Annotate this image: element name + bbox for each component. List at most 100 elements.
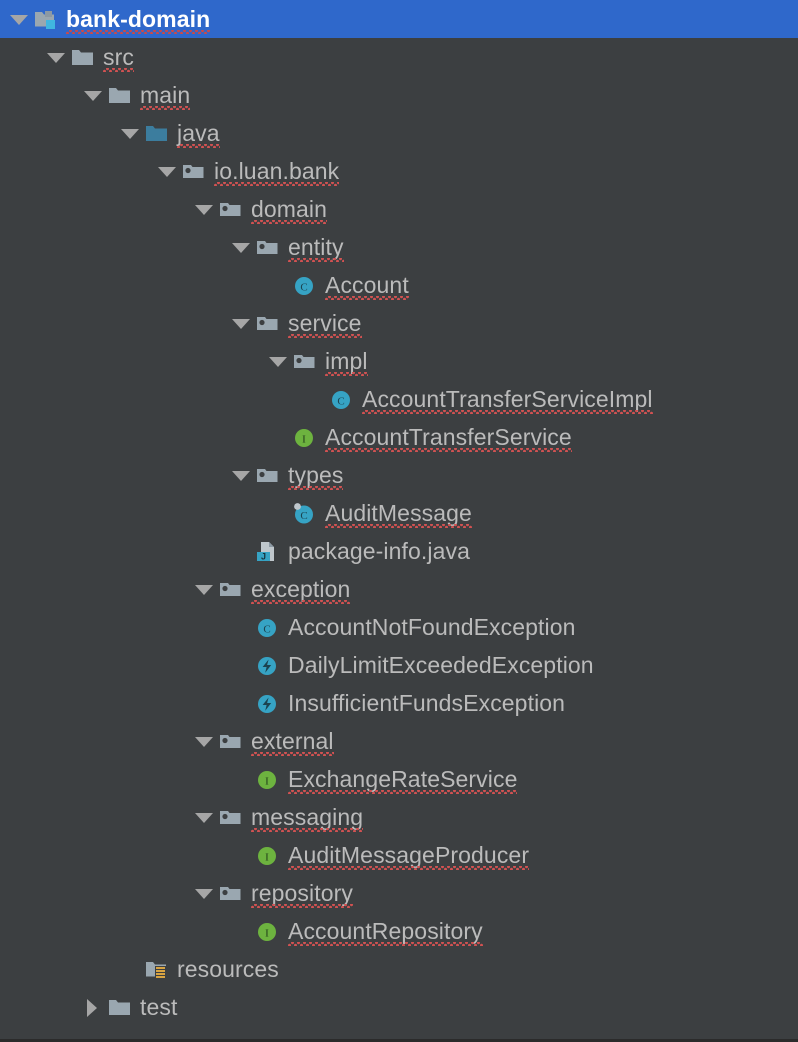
tree-row-accounttransferserviceimpl[interactable]: C AccountTransferServiceImpl: [0, 380, 798, 418]
tree-row-test[interactable]: test: [0, 988, 798, 1026]
folder-icon: [106, 988, 136, 1026]
package-icon: [217, 570, 247, 608]
tree-row-label: ExchangeRateService: [288, 760, 518, 798]
toggle-spacer: [228, 760, 254, 798]
tree-row-label: types: [288, 456, 344, 494]
toggle-spacer: [228, 684, 254, 722]
tree-row-label: DailyLimitExceededException: [288, 652, 594, 678]
tree-row-account[interactable]: C Account: [0, 266, 798, 304]
tree-row-label: java: [177, 114, 220, 152]
package-icon: [217, 874, 247, 912]
toggle-spacer: [265, 494, 291, 532]
svg-text:C: C: [300, 510, 307, 522]
tree-row-label: Account: [325, 266, 409, 304]
tree-row-label: impl: [325, 342, 368, 380]
chevron-down-icon[interactable]: [191, 874, 217, 912]
tree-row-impl[interactable]: impl: [0, 342, 798, 380]
chevron-down-icon[interactable]: [228, 456, 254, 494]
tree-row-resources[interactable]: resources: [0, 950, 798, 988]
toggle-spacer: [228, 646, 254, 684]
svg-text:I: I: [265, 852, 269, 864]
package-icon: [180, 152, 210, 190]
tree-row-label: repository: [251, 874, 353, 912]
interface-icon: I: [291, 418, 321, 456]
tree-row-entity[interactable]: entity: [0, 228, 798, 266]
toggle-spacer: [265, 418, 291, 456]
exception-class-icon: [254, 646, 284, 684]
chevron-down-icon[interactable]: [43, 38, 69, 76]
tree-row-label: messaging: [251, 798, 364, 836]
toggle-spacer: [228, 836, 254, 874]
chevron-down-icon[interactable]: [117, 114, 143, 152]
tree-row-src[interactable]: src: [0, 38, 798, 76]
svg-text:I: I: [302, 434, 306, 446]
interface-icon: I: [254, 760, 284, 798]
tree-row-bank-domain[interactable]: bank-domain: [0, 0, 798, 38]
tree-row-dailylimitexceededexception[interactable]: DailyLimitExceededException: [0, 646, 798, 684]
tree-row-auditmessage[interactable]: C AuditMessage: [0, 494, 798, 532]
chevron-down-icon[interactable]: [228, 228, 254, 266]
tree-row-insufficientfundsexception[interactable]: InsufficientFundsException: [0, 684, 798, 722]
tree-row-label: io.luan.bank: [214, 152, 340, 190]
project-tree-panel[interactable]: bank-applicationbank-domainsrcmainjavaio…: [0, 0, 798, 1042]
svg-text:J: J: [261, 552, 266, 562]
chevron-down-icon[interactable]: [191, 722, 217, 760]
svg-text:C: C: [337, 396, 344, 408]
tree-row-exchangerateservice[interactable]: I ExchangeRateService: [0, 760, 798, 798]
tree-row-exception[interactable]: exception: [0, 570, 798, 608]
tree-row-label: AuditMessageProducer: [288, 836, 530, 874]
chevron-down-icon[interactable]: [228, 304, 254, 342]
tree-row-label: InsufficientFundsException: [288, 690, 566, 716]
class-icon: C: [291, 266, 321, 304]
tree-row-types[interactable]: types: [0, 456, 798, 494]
interface-icon: I: [254, 912, 284, 950]
tree-row-label: package-info.java: [288, 538, 470, 564]
tree-row-label: bank-domain: [66, 0, 211, 38]
chevron-down-icon[interactable]: [154, 152, 180, 190]
tree-row-messaging[interactable]: messaging: [0, 798, 798, 836]
tree-row-label: service: [288, 304, 362, 342]
resources-folder-icon: [143, 950, 173, 988]
tree-row-domain[interactable]: domain: [0, 190, 798, 228]
tree-row-label: AuditMessage: [325, 494, 472, 532]
folder-icon: [106, 76, 136, 114]
tree-row-java[interactable]: java: [0, 114, 798, 152]
tree-row-accountnotfoundexception[interactable]: C AccountNotFoundException: [0, 608, 798, 646]
tree-row-main[interactable]: main: [0, 76, 798, 114]
chevron-down-icon[interactable]: [191, 190, 217, 228]
package-icon: [254, 456, 284, 494]
tree-row-auditmessageproducer[interactable]: I AuditMessageProducer: [0, 836, 798, 874]
svg-text:I: I: [265, 776, 269, 788]
svg-text:C: C: [300, 282, 307, 294]
chevron-down-icon[interactable]: [191, 570, 217, 608]
tree-row-label: domain: [251, 190, 328, 228]
tree-row-service[interactable]: service: [0, 304, 798, 342]
class-icon: C: [254, 608, 284, 646]
tree-row-package-info-java[interactable]: Jpackage-info.java: [0, 532, 798, 570]
tree-row-label: main: [140, 76, 191, 114]
record-class-icon: C: [291, 494, 321, 532]
toggle-spacer: [228, 608, 254, 646]
tree-row-label: src: [103, 38, 134, 76]
tree-row-accountrepository[interactable]: I AccountRepository: [0, 912, 798, 950]
svg-text:C: C: [263, 624, 270, 636]
chevron-down-icon[interactable]: [265, 342, 291, 380]
package-icon: [217, 798, 247, 836]
chevron-down-icon[interactable]: [6, 0, 32, 38]
class-icon: C: [328, 380, 358, 418]
package-icon: [217, 190, 247, 228]
package-icon: [217, 722, 247, 760]
folder-icon: [69, 38, 99, 76]
tree-row-label: AccountNotFoundException: [288, 614, 576, 640]
chevron-down-icon[interactable]: [80, 76, 106, 114]
tree-row-label: resources: [177, 956, 279, 982]
package-icon: [254, 228, 284, 266]
source-root-folder-icon: [143, 114, 173, 152]
tree-row-repository[interactable]: repository: [0, 874, 798, 912]
chevron-right-icon[interactable]: [80, 988, 106, 1026]
tree-row-external[interactable]: external: [0, 722, 798, 760]
tree-row-accounttransferservice[interactable]: I AccountTransferService: [0, 418, 798, 456]
tree-row-io-luan-bank[interactable]: io.luan.bank: [0, 152, 798, 190]
chevron-down-icon[interactable]: [191, 798, 217, 836]
package-icon: [291, 342, 321, 380]
